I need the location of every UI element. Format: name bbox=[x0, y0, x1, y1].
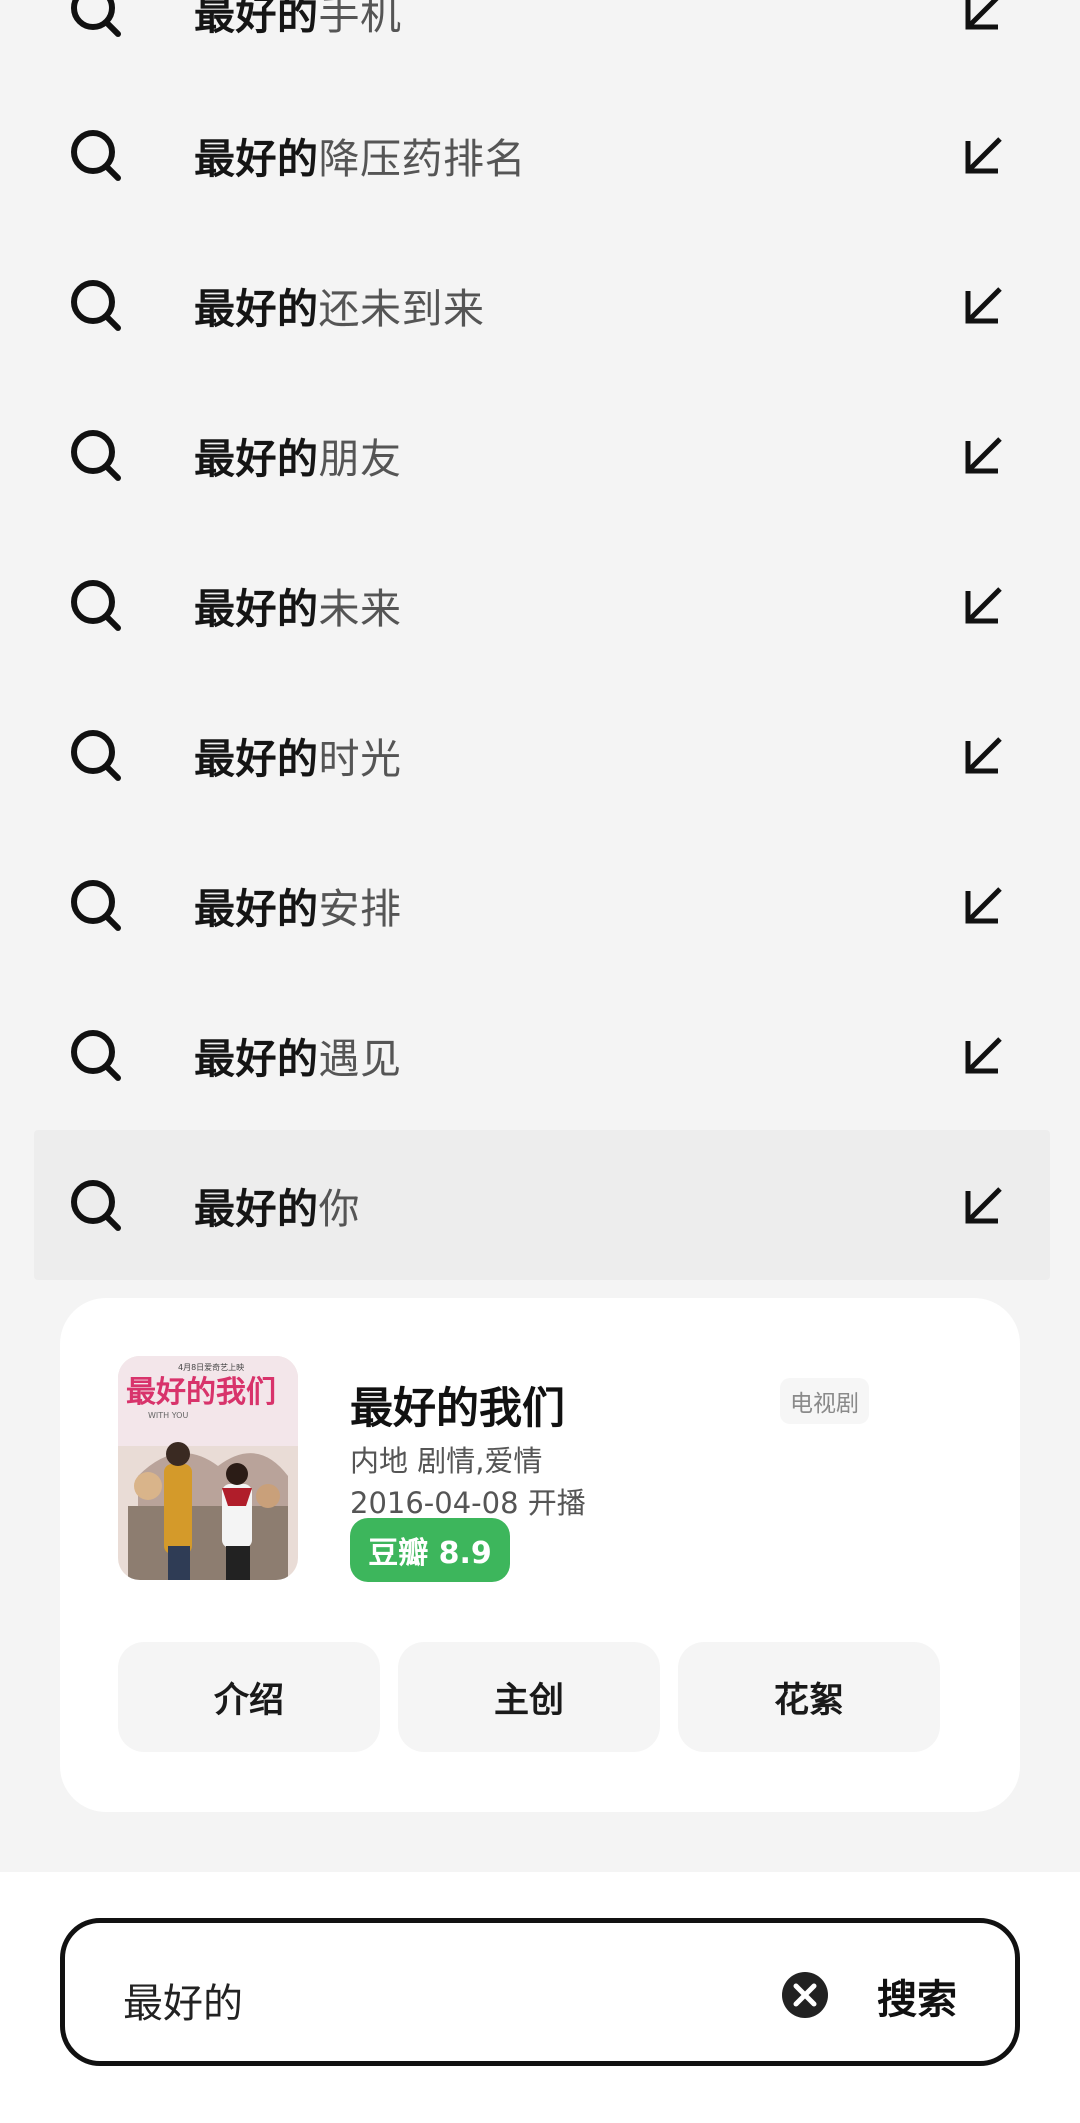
search-input[interactable]: 最好的 bbox=[123, 1971, 243, 2029]
search-icon bbox=[71, 280, 121, 331]
search-icon bbox=[71, 1180, 121, 1231]
search-bar-area: 最好的 搜索 bbox=[0, 1872, 1080, 2123]
suggestion-item[interactable]: 最好的遇见 bbox=[34, 980, 1050, 1130]
arrow-up-left-icon[interactable] bbox=[962, 0, 1006, 33]
suggestion-text: 最好的朋友 bbox=[194, 435, 402, 483]
poster-title: 最好的我们 bbox=[126, 1375, 276, 1410]
suggestion-item-selected[interactable]: 最好的你 bbox=[34, 1130, 1050, 1280]
arrow-up-left-icon[interactable] bbox=[962, 883, 1006, 927]
arrow-up-left-icon[interactable] bbox=[962, 1033, 1006, 1077]
highlights-button[interactable]: 花絮 bbox=[678, 1642, 940, 1752]
creators-button[interactable]: 主创 bbox=[398, 1642, 660, 1752]
search-icon bbox=[71, 1030, 121, 1081]
arrow-up-left-icon[interactable] bbox=[962, 583, 1006, 627]
suggestion-item[interactable]: 最好的朋友 bbox=[34, 380, 1050, 530]
suggestion-text: 最好的手机 bbox=[194, 0, 402, 39]
search-input-box[interactable]: 最好的 搜索 bbox=[60, 1918, 1020, 2066]
air-date: 2016-04-08 开播 bbox=[350, 1486, 586, 1520]
search-icon bbox=[71, 880, 121, 931]
suggestion-text: 最好的时光 bbox=[194, 735, 402, 783]
search-icon bbox=[71, 730, 121, 781]
suggestion-text: 最好的降压药排名 bbox=[194, 135, 526, 183]
clear-icon[interactable] bbox=[781, 1971, 829, 2019]
arrow-up-left-icon[interactable] bbox=[962, 283, 1006, 327]
suggestion-text: 最好的你 bbox=[194, 1185, 360, 1233]
suggestion-text: 最好的未来 bbox=[194, 585, 402, 633]
suggestion-item[interactable]: 最好的时光 bbox=[34, 680, 1050, 830]
arrow-up-left-icon[interactable] bbox=[962, 1183, 1006, 1227]
suggestion-item[interactable]: 最好的安排 bbox=[34, 830, 1050, 980]
tv-show-card[interactable]: 最好的我们 4月8日爱奇艺上映 WITH YOU 最好的我们 电视剧 内地 剧情… bbox=[60, 1298, 1020, 1812]
search-icon bbox=[71, 0, 121, 37]
poster-subtitle: WITH YOU bbox=[148, 1411, 188, 1420]
poster-image[interactable]: 最好的我们 4月8日爱奇艺上映 WITH YOU bbox=[118, 1356, 298, 1580]
arrow-up-left-icon[interactable] bbox=[962, 133, 1006, 177]
suggestion-item[interactable]: 最好的未来 bbox=[34, 530, 1050, 680]
intro-button[interactable]: 介绍 bbox=[118, 1642, 380, 1752]
douban-rating-badge: 豆瓣 8.9 bbox=[350, 1518, 510, 1582]
suggestion-text: 最好的安排 bbox=[194, 885, 402, 933]
suggestion-item[interactable]: 最好的降压药排名 bbox=[34, 80, 1050, 230]
search-icon bbox=[71, 580, 121, 631]
show-title[interactable]: 最好的我们 bbox=[350, 1374, 565, 1436]
suggestion-item[interactable]: 最好的手机 bbox=[34, 0, 1050, 86]
type-badge: 电视剧 bbox=[780, 1378, 869, 1424]
arrow-up-left-icon[interactable] bbox=[962, 733, 1006, 777]
search-button[interactable]: 搜索 bbox=[877, 1967, 957, 2025]
poster-date: 4月8日爱奇艺上映 bbox=[178, 1362, 244, 1372]
suggestion-text: 最好的遇见 bbox=[194, 1035, 402, 1083]
arrow-up-left-icon[interactable] bbox=[962, 433, 1006, 477]
suggestion-item[interactable]: 最好的还未到来 bbox=[34, 230, 1050, 380]
suggestion-text: 最好的还未到来 bbox=[194, 285, 485, 333]
suggestion-list: 最好的手机 最好的降压药排名 最好的还未到来 最好的朋友 最好的未来 最好的时光… bbox=[0, 0, 1080, 1290]
search-icon bbox=[71, 130, 121, 181]
region-genre: 内地 剧情,爱情 bbox=[350, 1444, 543, 1478]
search-icon bbox=[71, 430, 121, 481]
